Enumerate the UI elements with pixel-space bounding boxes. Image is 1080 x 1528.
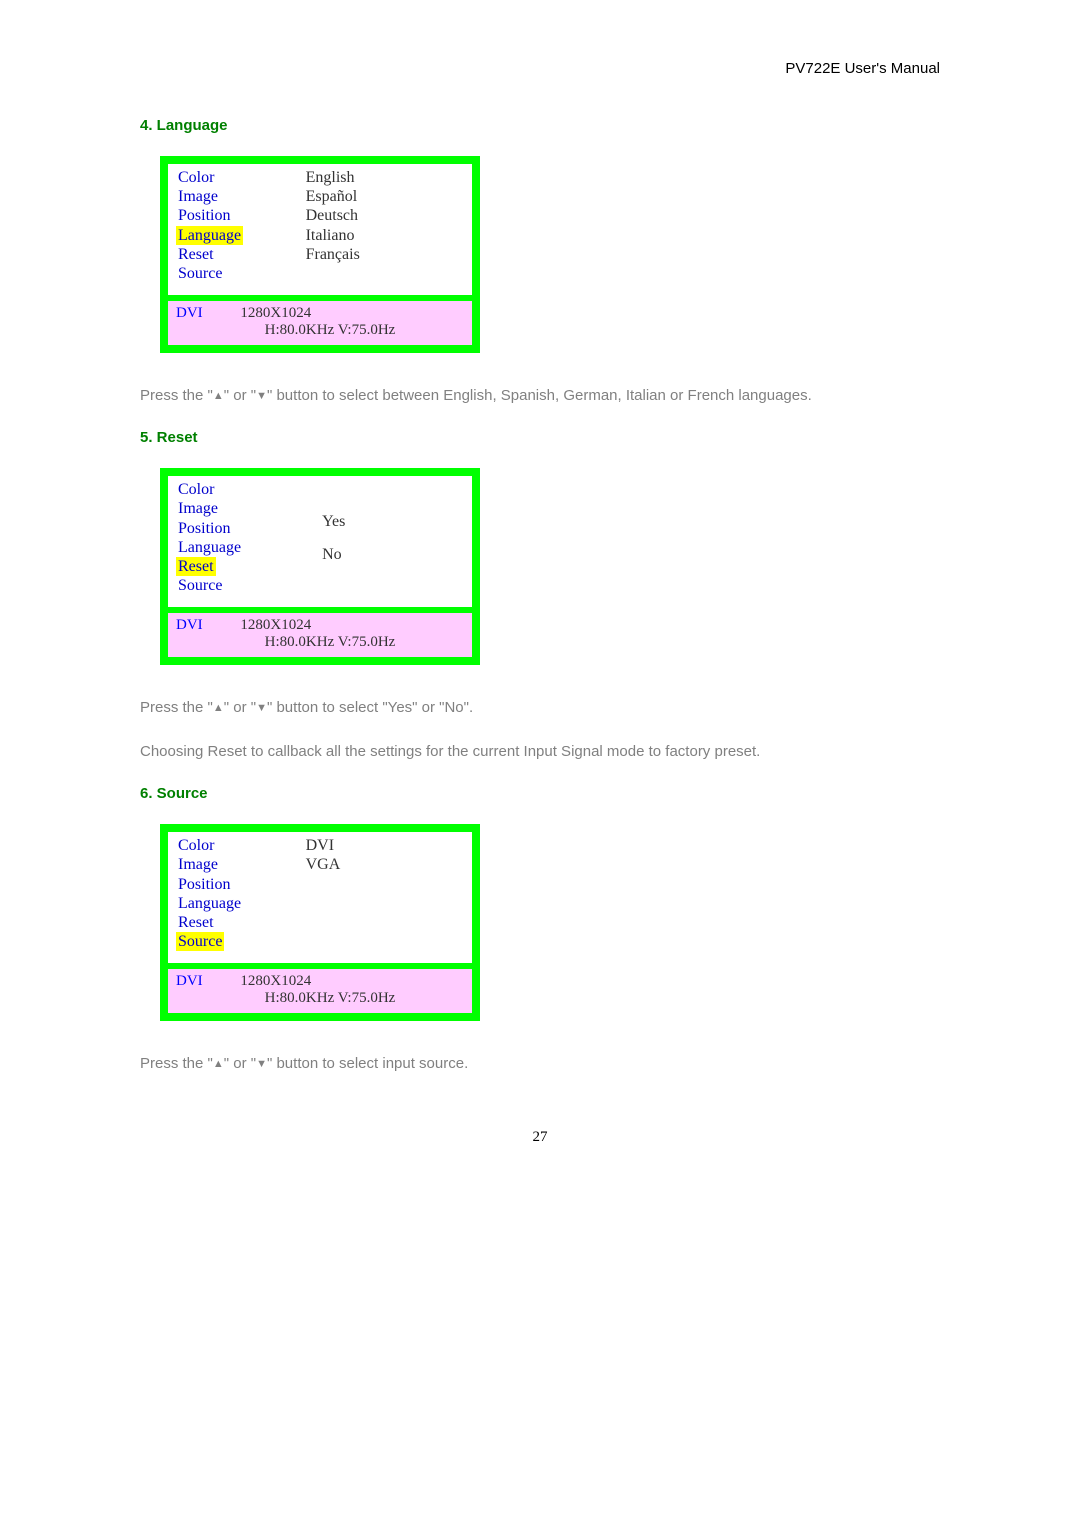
osd-option: Deutsch [306,206,464,225]
osd-panel-top: Color Image Position Language Reset Sour… [168,832,472,963]
osd-menu-item: Source [176,576,224,595]
up-triangle-icon: ▲ [213,390,224,402]
osd-menu-item-selected: Language [176,226,243,245]
down-triangle-icon: ▼ [256,390,267,402]
osd-status-source: DVI [176,305,203,322]
osd-option: Yes [322,512,345,531]
osd-menu-item: Reset [176,245,216,264]
osd-option: Italiano [306,226,464,245]
down-triangle-icon: ▼ [256,1058,267,1070]
osd-menu-list: Color Image Position Language Reset Sour… [176,168,306,283]
osd-menu-item-selected: Reset [176,557,216,576]
osd-menu-item: Position [176,206,232,225]
osd-options-list: Yes No [292,480,464,595]
text: Press the " [140,1055,213,1072]
osd-option: Français [306,245,464,264]
osd-status-freq: H:80.0KHz V:75.0Hz [196,990,464,1007]
down-triangle-icon: ▼ [256,702,267,714]
osd-option: English [306,168,464,187]
section-title-language: 4. Language [140,117,940,134]
osd-menu-item: Image [176,855,220,874]
text: " or " [224,699,256,716]
text: " button to select between English, Span… [267,387,812,404]
osd-menu-item: Image [176,499,220,518]
osd-status-bar: DVI 1280X1024 H:80.0KHz V:75.0Hz [168,301,472,345]
paragraph-language: Press the "▲" or "▼" button to select be… [140,381,940,411]
osd-status-source: DVI [176,617,203,634]
osd-status-resolution: 1280X1024 [240,617,311,634]
osd-option: No [322,545,342,564]
osd-status-freq: H:80.0KHz V:75.0Hz [196,322,464,339]
osd-menu-item: Color [176,836,216,855]
section-title-source: 6. Source [140,785,940,802]
section-title-reset: 5. Reset [140,429,940,446]
paragraph-reset-2: Choosing Reset to callback all the setti… [140,737,940,767]
osd-menu-item: Image [176,187,220,206]
osd-menu-list: Color Image Position Language Reset Sour… [176,480,292,595]
osd-option: VGA [306,855,464,874]
osd-status-freq: H:80.0KHz V:75.0Hz [196,634,464,651]
paragraph-reset-1: Press the "▲" or "▼" button to select "Y… [140,693,940,723]
osd-screenshot-reset: Color Image Position Language Reset Sour… [160,468,480,665]
osd-screenshot-source: Color Image Position Language Reset Sour… [160,824,480,1021]
paragraph-source: Press the "▲" or "▼" button to select in… [140,1049,940,1079]
osd-status-bar: DVI 1280X1024 H:80.0KHz V:75.0Hz [168,613,472,657]
osd-option: DVI [306,836,464,855]
osd-panel-top: Color Image Position Language Reset Sour… [168,164,472,295]
manual-page: PV722E User's Manual 4. Language Color I… [0,0,1080,1206]
osd-status-bar: DVI 1280X1024 H:80.0KHz V:75.0Hz [168,969,472,1013]
osd-status-resolution: 1280X1024 [240,973,311,990]
osd-menu-item: Position [176,519,232,538]
osd-menu-item: Reset [176,913,216,932]
osd-options-list: DVI VGA [306,836,464,951]
osd-menu-item: Color [176,168,216,187]
page-number: 27 [140,1129,940,1146]
text: Press the " [140,699,213,716]
osd-status-resolution: 1280X1024 [240,305,311,322]
osd-menu-item: Color [176,480,216,499]
osd-menu-item-selected: Source [176,932,224,951]
osd-status-source: DVI [176,973,203,990]
text: " button to select input source. [267,1055,468,1072]
up-triangle-icon: ▲ [213,702,224,714]
osd-menu-item: Language [176,894,243,913]
text: Press the " [140,387,213,404]
osd-menu-item: Position [176,875,232,894]
osd-option: Español [306,187,464,206]
text: " or " [224,1055,256,1072]
text: " button to select "Yes" or "No". [267,699,473,716]
osd-panel-top: Color Image Position Language Reset Sour… [168,476,472,607]
text: " or " [224,387,256,404]
osd-menu-item: Source [176,264,224,283]
up-triangle-icon: ▲ [213,1058,224,1070]
osd-menu-item: Language [176,538,243,557]
page-header-title: PV722E User's Manual [140,60,940,77]
osd-options-list: English Español Deutsch Italiano Françai… [306,168,464,283]
osd-screenshot-language: Color Image Position Language Reset Sour… [160,156,480,353]
osd-menu-list: Color Image Position Language Reset Sour… [176,836,306,951]
